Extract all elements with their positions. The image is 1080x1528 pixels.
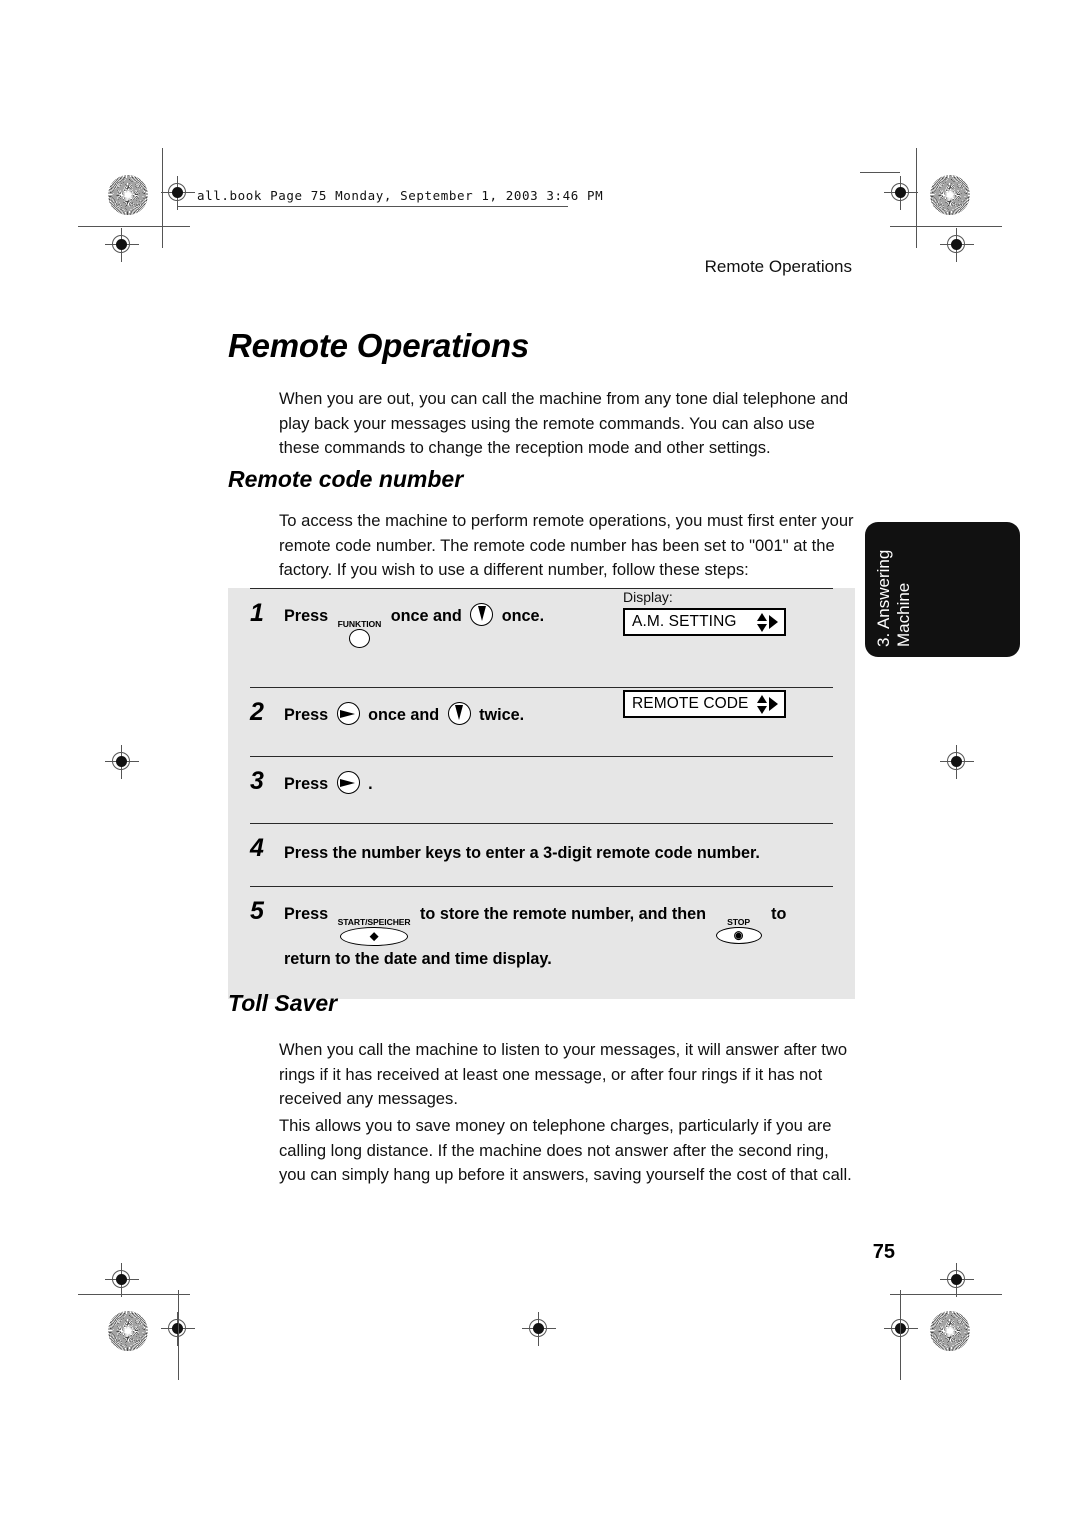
right-arrow-icon bbox=[769, 615, 778, 629]
intro-paragraph: When you are out, you can call the machi… bbox=[279, 389, 849, 457]
registration-mark-left-lower bbox=[105, 745, 139, 779]
display-label: Display: bbox=[623, 589, 673, 605]
start-glyph-icon: ◆ bbox=[369, 930, 379, 942]
registration-mark-bottom-center bbox=[522, 1312, 556, 1346]
step-text-before: Press bbox=[284, 905, 329, 923]
step-number: 3 bbox=[250, 767, 264, 795]
crop-line-left-upper bbox=[78, 226, 190, 228]
step-instruction: Press the number keys to enter a 3-digit… bbox=[284, 844, 760, 862]
section-paragraph-remote-code-number: To access the machine to perform remote … bbox=[279, 511, 854, 579]
step-text-after: . bbox=[368, 775, 373, 793]
funktion-key-icon[interactable]: FUNKTION bbox=[337, 619, 382, 648]
running-head: Remote Operations bbox=[704, 257, 852, 276]
step-number: 1 bbox=[250, 599, 264, 627]
registration-starburst-top-left bbox=[108, 175, 148, 215]
stop-key-icon[interactable]: STOP ◉ bbox=[715, 917, 762, 944]
registration-mark-top-left bbox=[161, 176, 195, 210]
lcd-display: REMOTE CODE bbox=[623, 690, 786, 718]
lcd-display: A.M. SETTING bbox=[623, 608, 786, 636]
registration-mark-right-bottom bbox=[940, 1263, 974, 1297]
step-row: 3 Press . bbox=[250, 756, 833, 823]
step-row: 1 Press FUNKTION once and once. Display:… bbox=[250, 588, 833, 687]
stop-key-label: STOP bbox=[727, 917, 750, 927]
funktion-key-label: FUNKTION bbox=[337, 619, 382, 629]
lcd-value: REMOTE CODE bbox=[632, 695, 749, 712]
registration-mark-right-lower bbox=[940, 745, 974, 779]
down-arrow-key-icon[interactable] bbox=[447, 702, 471, 725]
crop-line-top-left-vertical bbox=[162, 148, 164, 248]
start-speicher-key-ellipse: ◆ bbox=[340, 927, 409, 946]
step-text-after: twice. bbox=[479, 706, 525, 724]
registration-mark-left-upper bbox=[105, 228, 139, 262]
step-text-before: Press bbox=[284, 607, 329, 625]
step-display-column: REMOTE CODE bbox=[623, 690, 833, 718]
right-arrow-key-icon[interactable] bbox=[336, 702, 360, 725]
step-number: 5 bbox=[250, 897, 264, 925]
crop-line-top-left-horizontal bbox=[178, 206, 568, 208]
file-banner: all.book Page 75 Monday, September 1, 20… bbox=[197, 188, 604, 203]
crop-line-bottom-left-vertical bbox=[178, 1290, 180, 1380]
step-instruction: Press . bbox=[284, 768, 833, 798]
funktion-key-ellipse bbox=[348, 629, 370, 648]
step-text-mid: once and bbox=[390, 607, 462, 625]
step-text-before: Press bbox=[284, 775, 329, 793]
registration-mark-top-right bbox=[884, 176, 918, 210]
registration-starburst-top-right bbox=[930, 175, 970, 215]
step-row: 4 Press the number keys to enter a 3-dig… bbox=[250, 823, 833, 886]
toll-saver-paragraph-2: This allows you to save money on telepho… bbox=[279, 1116, 852, 1184]
right-arrow-key-icon[interactable] bbox=[336, 771, 360, 794]
step-text-mid: once and bbox=[368, 706, 440, 724]
lcd-value: A.M. SETTING bbox=[632, 613, 737, 630]
registration-starburst-bottom-left bbox=[108, 1311, 148, 1351]
step-row: 2 Press once and twice. REMOTE CODE bbox=[250, 687, 833, 756]
toll-saver-paragraph-1: When you call the machine to listen to y… bbox=[279, 1040, 848, 1108]
section-heading-toll-saver: Toll Saver bbox=[228, 990, 338, 1016]
crop-line-left-bottom bbox=[78, 1294, 190, 1296]
registration-starburst-bottom-right bbox=[930, 1311, 970, 1351]
up-down-arrow-icon bbox=[757, 694, 768, 714]
lcd-arrows bbox=[757, 694, 778, 714]
crop-line-top-right-vertical bbox=[916, 148, 918, 248]
start-speicher-key-label: START/SPEICHER bbox=[337, 917, 411, 927]
right-arrow-icon bbox=[769, 697, 778, 711]
lcd-arrows bbox=[757, 612, 778, 632]
step-text-mid: to store the remote number, and then bbox=[420, 905, 707, 923]
page-number: 75 bbox=[872, 1241, 895, 1263]
procedure-step-table: 1 Press FUNKTION once and once. Display:… bbox=[228, 588, 855, 999]
crop-line-top-right-horizontal bbox=[860, 172, 900, 174]
stop-glyph-icon: ◉ bbox=[733, 929, 744, 941]
chapter-side-tab: 3. Answering Machine bbox=[865, 522, 1020, 657]
chapter-side-tab-line-1: 3. Answering bbox=[874, 549, 893, 647]
crop-line-right-upper bbox=[890, 226, 1002, 228]
chapter-side-tab-line-2: Machine bbox=[894, 582, 913, 647]
step-text-after: once. bbox=[501, 607, 545, 625]
step-text-before: Press bbox=[284, 706, 329, 724]
start-speicher-key-icon[interactable]: START/SPEICHER ◆ bbox=[338, 918, 411, 946]
stop-key-ellipse: ◉ bbox=[715, 927, 762, 944]
section-heading-remote-code-number: Remote code number bbox=[228, 466, 464, 492]
crop-line-right-bottom bbox=[890, 1294, 1002, 1296]
step-display-column: Display: A.M. SETTING bbox=[623, 589, 833, 636]
step-row: 5 Press START/SPEICHER ◆ to store the re… bbox=[250, 886, 833, 999]
registration-mark-right-upper bbox=[940, 228, 974, 262]
registration-mark-left-bottom bbox=[105, 1263, 139, 1297]
step-number: 2 bbox=[250, 698, 264, 726]
step-number: 4 bbox=[250, 834, 264, 862]
step-instruction: Press START/SPEICHER ◆ to store the remo… bbox=[284, 898, 833, 973]
page-title: Remote Operations bbox=[228, 327, 529, 364]
down-arrow-key-icon[interactable] bbox=[470, 603, 494, 626]
chapter-side-tab-text: 3. Answering Machine bbox=[865, 522, 1020, 657]
up-down-arrow-icon bbox=[757, 612, 768, 632]
crop-line-bottom-right-vertical bbox=[900, 1290, 902, 1380]
